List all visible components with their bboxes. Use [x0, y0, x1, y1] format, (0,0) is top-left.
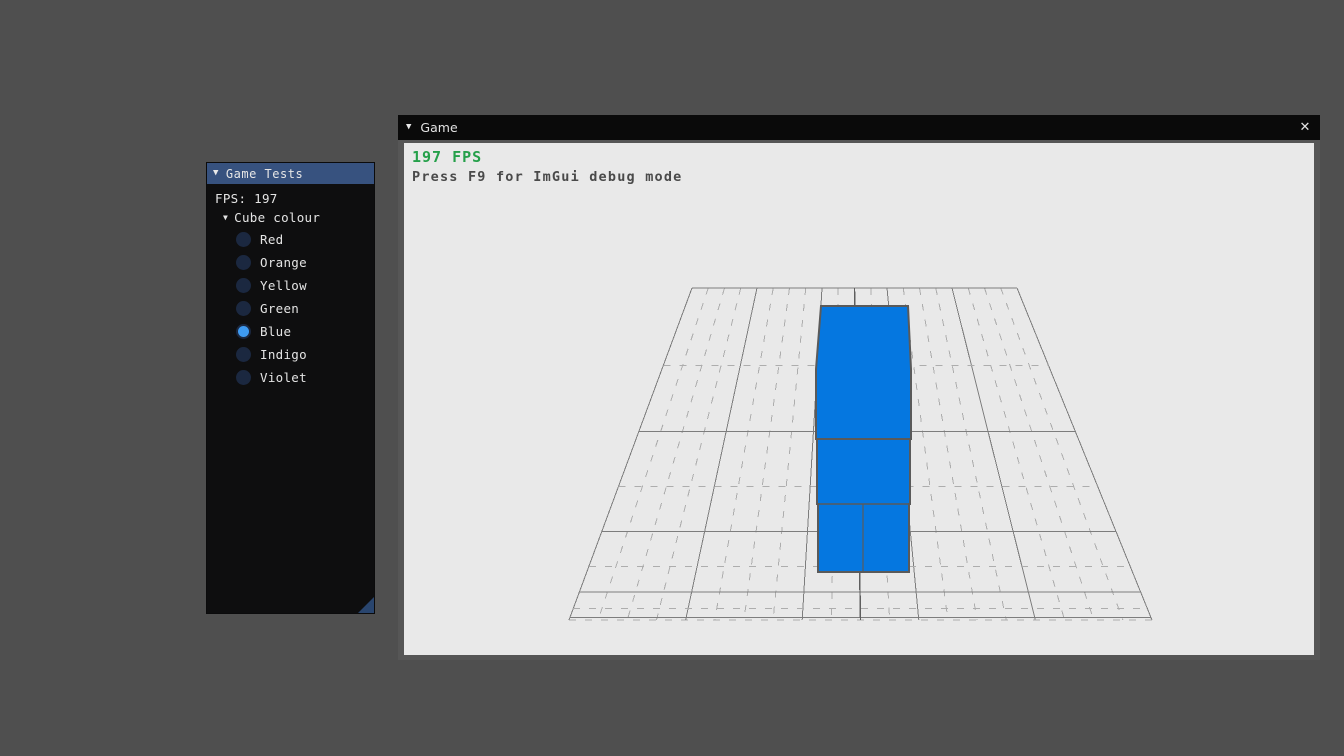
radio-option-label: Red — [260, 232, 283, 247]
expand-triangle-icon[interactable]: ▼ — [223, 214, 228, 222]
game-tests-body: FPS: 197 ▼ Cube colour Red Orange Yellow Gr… — [207, 184, 374, 613]
fps-counter-label: FPS: 197 — [207, 191, 374, 206]
desktop-background: ▼ Game Tests FPS: 197 ▼ Cube colour Red O… — [0, 0, 1344, 756]
resize-grip-handle[interactable] — [358, 597, 374, 613]
tree-node-label: Cube colour — [234, 210, 320, 225]
collapse-triangle-icon[interactable]: ▼ — [406, 123, 411, 132]
game-window-title: Game — [420, 120, 457, 135]
cube-colour-radio-group[interactable]: Red Orange Yellow Green Blue Indigo Violet — [207, 228, 374, 389]
tree-node-cube-colour[interactable]: ▼ Cube colour — [207, 210, 374, 225]
viewport-fps-overlay: 197 FPS — [412, 148, 482, 166]
radio-dot-icon[interactable] — [236, 301, 251, 316]
radio-option-blue[interactable]: Blue — [236, 320, 374, 343]
collapse-triangle-icon[interactable]: ▼ — [213, 169, 219, 178]
radio-option-label: Blue — [260, 324, 291, 339]
game-tests-titlebar[interactable]: ▼ Game Tests — [207, 163, 374, 184]
3d-scene-render — [404, 143, 1314, 655]
game-viewport[interactable]: 197 FPS Press F9 for ImGui debug mode — [404, 143, 1314, 655]
game-tests-window[interactable]: ▼ Game Tests FPS: 197 ▼ Cube colour Red O… — [207, 163, 374, 613]
radio-option-label: Violet — [260, 370, 307, 385]
radio-option-label: Indigo — [260, 347, 307, 362]
radio-option-label: Yellow — [260, 278, 307, 293]
radio-dot-icon[interactable] — [236, 232, 251, 247]
blue-cube — [816, 306, 911, 572]
game-window-titlebar[interactable]: ▼ Game ✕ — [398, 115, 1320, 140]
radio-dot-icon[interactable] — [236, 370, 251, 385]
radio-option-indigo[interactable]: Indigo — [236, 343, 374, 366]
radio-option-orange[interactable]: Orange — [236, 251, 374, 274]
radio-option-label: Orange — [260, 255, 307, 270]
radio-option-green[interactable]: Green — [236, 297, 374, 320]
viewport-hint-overlay: Press F9 for ImGui debug mode — [412, 169, 683, 185]
radio-dot-icon[interactable] — [236, 347, 251, 362]
close-icon[interactable]: ✕ — [1297, 120, 1313, 136]
game-window[interactable]: ▼ Game ✕ 197 FPS Press F9 for ImGui debu… — [398, 115, 1320, 660]
radio-dot-icon[interactable] — [236, 255, 251, 270]
game-tests-title: Game Tests — [226, 167, 303, 181]
radio-dot-icon[interactable] — [236, 324, 251, 339]
radio-option-violet[interactable]: Violet — [236, 366, 374, 389]
radio-dot-icon[interactable] — [236, 278, 251, 293]
radio-option-label: Green — [260, 301, 299, 316]
radio-option-yellow[interactable]: Yellow — [236, 274, 374, 297]
radio-option-red[interactable]: Red — [236, 228, 374, 251]
